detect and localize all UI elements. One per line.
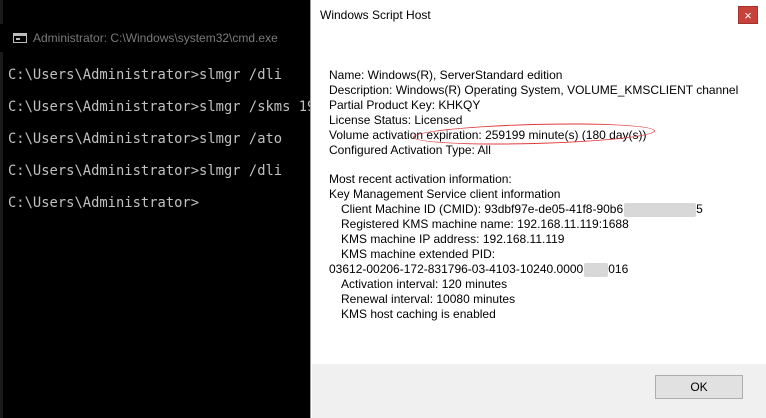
kms-extended-pid: 03612-00206-172-831796-03-4103-10240.000…: [329, 262, 759, 277]
cmd-line: C:\Users\Administrator>slmgr /dli: [8, 67, 283, 83]
close-icon: ×: [744, 8, 752, 23]
dialog-message: Name: Windows(R), ServerStandard edition…: [329, 68, 759, 322]
activation-interval: Activation interval: 120 minutes: [341, 277, 508, 291]
cmd-app-icon: [13, 33, 27, 43]
ok-button[interactable]: OK: [655, 375, 743, 399]
cmd-titlebar[interactable]: Administrator: C:\Windows\system32\cmd.e…: [0, 24, 312, 52]
cmd-console-output[interactable]: C:\Users\Administrator>slmgr /dli C:\Use…: [8, 62, 312, 222]
cmd-window-title: Administrator: C:\Windows\system32\cmd.e…: [33, 31, 278, 45]
close-button[interactable]: ×: [738, 6, 758, 24]
kms-pid-suffix: 016: [608, 262, 629, 276]
cmd-line: C:\Users\Administrator>slmgr /dli: [8, 163, 283, 179]
script-host-dialog: Windows Script Host × Name: Windows(R), …: [310, 0, 766, 418]
kms-host-caching: KMS host caching is enabled: [341, 307, 496, 321]
redacted-block: [584, 262, 609, 277]
kms-machine-ip: KMS machine IP address: 192.168.11.119: [341, 232, 565, 246]
kms-client-header: Key Management Service client informatio…: [329, 187, 561, 201]
client-machine-id: Client Machine ID (CMID): 93dbf97e-de05-…: [329, 202, 759, 217]
kms-pid-text: 03612-00206-172-831796-03-4103-10240.000…: [329, 262, 584, 276]
kms-extended-pid-label: KMS machine extended PID:: [341, 247, 496, 261]
redacted-block: [624, 202, 697, 217]
license-description: Description: Windows(R) Operating System…: [329, 83, 739, 97]
activation-type: Configured Activation Type: All: [329, 143, 491, 157]
renewal-interval: Renewal interval: 10080 minutes: [341, 292, 516, 306]
license-name: Name: Windows(R), ServerStandard edition: [329, 68, 563, 82]
dialog-titlebar[interactable]: Windows Script Host ×: [311, 0, 766, 30]
dialog-title: Windows Script Host: [320, 8, 431, 22]
cmd-line: C:\Users\Administrator>slmgr /skms 19: [8, 99, 312, 115]
partial-product-key: Partial Product Key: KHKQY: [329, 98, 481, 112]
cmd-line: C:\Users\Administrator>slmgr /ato: [8, 131, 283, 147]
cmd-prompt-line: C:\Users\Administrator>: [8, 195, 200, 211]
kms-machine-name: Registered KMS machine name: 192.168.11.…: [341, 217, 629, 231]
cmid-suffix: 5: [696, 202, 703, 216]
dialog-footer: OK: [312, 364, 766, 418]
recent-activation-header: Most recent activation information:: [329, 172, 512, 186]
cmd-window-border: [0, 0, 3, 418]
cmid-text: Client Machine ID (CMID): 93dbf97e-de05-…: [341, 202, 624, 216]
